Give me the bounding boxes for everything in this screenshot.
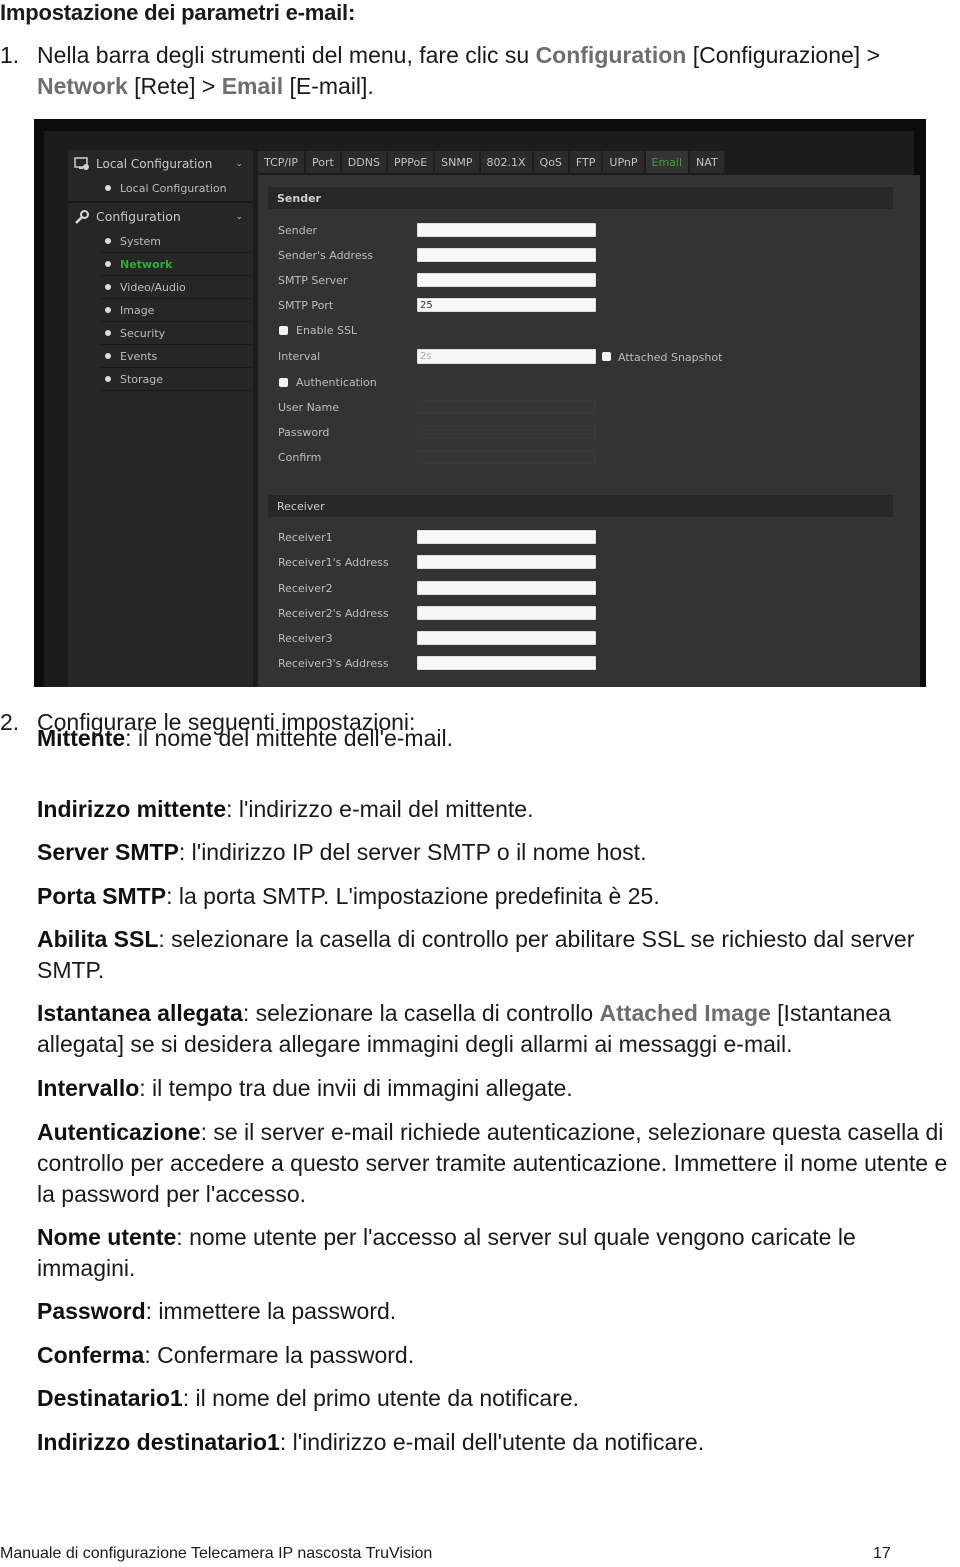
menu-email: Email: [221, 73, 284, 99]
label-smtp-server: SMTP Server: [278, 274, 348, 287]
web-ui-frame: Local Configuration ⌄ Local Configuratio…: [44, 131, 920, 687]
chevron-down-icon: ⌄: [235, 211, 243, 222]
step-number: 2.: [0, 709, 20, 735]
definition-indirizzo-destinatario1: Indirizzo destinatario1: l'indirizzo e-m…: [37, 1429, 705, 1455]
step-number: 1.: [0, 42, 20, 68]
definition-destinatario1: Destinatario1: il nome del primo utente …: [37, 1385, 580, 1411]
definition-conferma: Conferma: Confermare la password.: [37, 1342, 415, 1368]
sidebar-header-local-configuration[interactable]: Local Configuration ⌄: [68, 150, 253, 177]
sidebar-item-system[interactable]: System: [101, 230, 251, 253]
monitor-settings-icon: [74, 156, 90, 171]
tab-email[interactable]: Email: [645, 151, 690, 173]
definition-server-smtp: Server SMTP: l'indirizzo IP del server S…: [37, 839, 647, 865]
tab-802-1x[interactable]: 802.1X: [480, 151, 533, 173]
wrench-icon: [74, 209, 90, 224]
password-input[interactable]: [417, 425, 596, 439]
bullet-icon: [105, 376, 111, 382]
label-sender-address: Sender's Address: [278, 249, 374, 262]
tab-nat[interactable]: NAT: [690, 151, 725, 173]
label-receiver2: Receiver2: [278, 582, 333, 595]
definition-nome-utente: Nome utente: nome utente per l'accesso a…: [37, 1224, 856, 1281]
tab-port[interactable]: Port: [305, 151, 341, 173]
bullet-icon: [105, 284, 111, 290]
confirm-password-input[interactable]: [417, 450, 596, 464]
tab-qos[interactable]: QoS: [533, 151, 569, 173]
label-smtp-port: SMTP Port: [278, 299, 334, 312]
definition-porta-smtp: Porta SMTP: la porta SMTP. L'impostazion…: [37, 883, 660, 909]
interval-select[interactable]: 2s: [417, 349, 596, 364]
label-sender: Sender: [278, 224, 317, 237]
step-1: 1. Nella barra degli strumenti del menu,…: [0, 40, 960, 102]
sidebar-item-video-audio[interactable]: Video/Audio: [101, 276, 251, 299]
label-password: Password: [278, 426, 330, 439]
definition-istantanea-allegata: Istantanea allegata: selezionare la case…: [37, 1000, 891, 1057]
label-receiver3-address: Receiver3's Address: [278, 657, 389, 670]
menu-configuration: Configuration: [535, 42, 687, 68]
definition-autenticazione: Autenticazione: se il server e-mail rich…: [37, 1119, 948, 1207]
page-number: 17: [873, 1545, 891, 1562]
label-authentication: Authentication: [296, 376, 377, 389]
page-footer: Manuale di configurazione Telecamera IP …: [0, 1545, 433, 1562]
bullet-icon: [105, 330, 111, 336]
email-settings-screenshot: Local Configuration ⌄ Local Configuratio…: [34, 119, 926, 687]
email-settings-panel: Sender Sender Sender's Address SMTP Serv…: [258, 175, 920, 687]
user-name-input[interactable]: [417, 400, 596, 414]
bullet-icon: [105, 238, 111, 244]
bullet-icon: [105, 185, 111, 191]
attached-snapshot-checkbox[interactable]: [602, 352, 611, 361]
sidebar-item-events[interactable]: Events: [101, 345, 251, 368]
label-user-name: User Name: [278, 401, 340, 414]
smtp-server-input[interactable]: [417, 273, 596, 287]
enable-ssl-checkbox[interactable]: [279, 326, 288, 335]
receiver3-input[interactable]: [417, 631, 596, 645]
sidebar-item-storage[interactable]: Storage: [101, 368, 251, 391]
tab-snmp[interactable]: SNMP: [435, 151, 480, 173]
receiver2-input[interactable]: [417, 581, 596, 595]
sidebar: Local Configuration ⌄ Local Configuratio…: [68, 150, 253, 687]
definition-mittente: Mittente: il nome del mittente dell'e-ma…: [37, 725, 453, 751]
section-header-sender: Sender: [268, 187, 893, 209]
bullet-icon: [105, 261, 111, 267]
tab-tcp-ip[interactable]: TCP/IP: [258, 151, 305, 173]
sidebar-item-local-configuration[interactable]: Local Configuration: [101, 177, 251, 199]
receiver3-address-input[interactable]: [417, 656, 596, 670]
document-title: Impostazione dei parametri e-mail:: [0, 0, 356, 25]
bullet-icon: [105, 307, 111, 313]
label-receiver2-address: Receiver2's Address: [278, 607, 389, 620]
attached-image-reference: Attached Image: [599, 1000, 771, 1026]
sidebar-item-image[interactable]: Image: [101, 299, 251, 322]
label-attached-snapshot: Attached Snapshot: [618, 351, 723, 364]
network-tabs: TCP/IP Port DDNS PPPoE SNMP 802.1X QoS F…: [258, 151, 898, 174]
sender-address-input[interactable]: [417, 248, 596, 262]
definition-password: Password: immettere la password.: [37, 1298, 397, 1324]
smtp-port-input[interactable]: 25: [417, 298, 596, 312]
definition-abilita-ssl: Abilita SSL: selezionare la casella di c…: [37, 926, 915, 983]
definition-indirizzo-mittente: Indirizzo mittente: l'indirizzo e-mail d…: [37, 796, 534, 822]
label-receiver1: Receiver1: [278, 531, 333, 544]
label-interval: Interval: [278, 350, 321, 363]
chevron-down-icon: ⌄: [235, 158, 243, 169]
menu-network: Network: [37, 73, 128, 99]
sidebar-header-configuration[interactable]: Configuration ⌄: [68, 203, 253, 230]
label-confirm: Confirm: [278, 451, 322, 464]
sender-input[interactable]: [417, 223, 596, 237]
label-enable-ssl: Enable SSL: [296, 324, 358, 337]
receiver1-input[interactable]: [417, 530, 596, 544]
section-header-receiver: Receiver: [268, 495, 893, 517]
definition-intervallo: Intervallo: il tempo tra due invii di im…: [37, 1075, 573, 1101]
sidebar-item-network[interactable]: Network: [101, 253, 251, 276]
tab-ddns[interactable]: DDNS: [341, 151, 387, 173]
sidebar-item-security[interactable]: Security: [101, 322, 251, 345]
receiver1-address-input[interactable]: [417, 555, 596, 569]
bullet-icon: [105, 353, 111, 359]
tab-ftp[interactable]: FTP: [569, 151, 603, 173]
label-receiver1-address: Receiver1's Address: [278, 556, 389, 569]
label-receiver3: Receiver3: [278, 632, 333, 645]
tab-pppoe[interactable]: PPPoE: [387, 151, 435, 173]
receiver2-address-input[interactable]: [417, 606, 596, 620]
tab-upnp[interactable]: UPnP: [603, 151, 645, 173]
step-1-text: Nella barra degli strumenti del menu, fa…: [37, 42, 881, 99]
authentication-checkbox[interactable]: [279, 378, 288, 387]
